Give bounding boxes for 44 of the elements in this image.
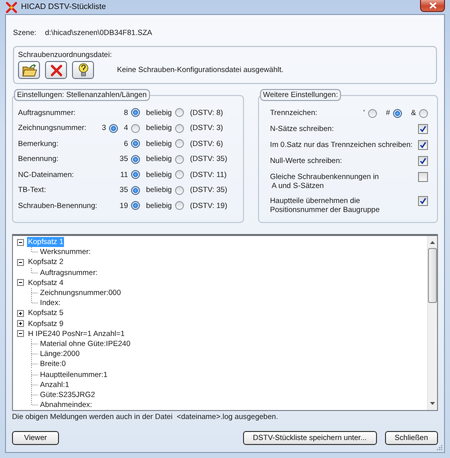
- radio-button[interactable]: [131, 186, 140, 195]
- collapse-icon[interactable]: [17, 330, 24, 338]
- scrollbar[interactable]: [427, 236, 437, 410]
- checkbox[interactable]: [418, 172, 428, 182]
- radio-button[interactable]: [392, 108, 402, 118]
- checkbox[interactable]: [418, 156, 428, 166]
- checkbox[interactable]: [418, 140, 428, 150]
- radio-button[interactable]: [174, 201, 184, 210]
- logo-icon: [6, 2, 17, 12]
- delete-button[interactable]: [45, 61, 67, 79]
- radio-button[interactable]: [109, 124, 118, 133]
- radio-button[interactable]: [174, 139, 184, 148]
- radio-button[interactable]: [131, 154, 140, 164]
- radio-button[interactable]: [174, 108, 184, 118]
- radio-button[interactable]: [174, 186, 184, 195]
- radio-button[interactable]: [131, 201, 140, 210]
- expand-icon[interactable]: [17, 320, 24, 328]
- radio-button[interactable]: [131, 124, 140, 133]
- resize-grip-icon[interactable]: [437, 445, 443, 451]
- close-button[interactable]: [420, 0, 445, 12]
- radio-button[interactable]: [131, 108, 140, 118]
- radio-button[interactable]: [131, 170, 140, 180]
- cross-icon: [50, 64, 62, 76]
- expand-icon[interactable]: [17, 310, 24, 317]
- scroll-down-icon[interactable]: [429, 400, 436, 407]
- help-button[interactable]: [72, 61, 94, 79]
- checkbox[interactable]: [418, 124, 428, 134]
- radio-button[interactable]: [131, 139, 140, 148]
- checkbox[interactable]: [418, 196, 428, 206]
- scroll-up-icon[interactable]: [429, 239, 436, 246]
- window-title: HICAD DSTV-Stückliste: [21, 2, 106, 12]
- collapse-icon[interactable]: [17, 238, 24, 246]
- radio-button[interactable]: [419, 108, 428, 118]
- radio-button[interactable]: [174, 124, 184, 133]
- radio-button[interactable]: [174, 154, 184, 164]
- close-icon: [428, 2, 436, 9]
- folder-icon: [22, 64, 36, 76]
- collapse-icon[interactable]: [17, 258, 24, 266]
- collapse-icon[interactable]: [17, 279, 24, 286]
- open-button[interactable]: [18, 61, 40, 79]
- scrollbar-thumb[interactable]: [428, 248, 437, 303]
- radio-button[interactable]: [368, 108, 377, 118]
- radio-button[interactable]: [174, 170, 184, 180]
- lightbulb-icon: [78, 63, 88, 77]
